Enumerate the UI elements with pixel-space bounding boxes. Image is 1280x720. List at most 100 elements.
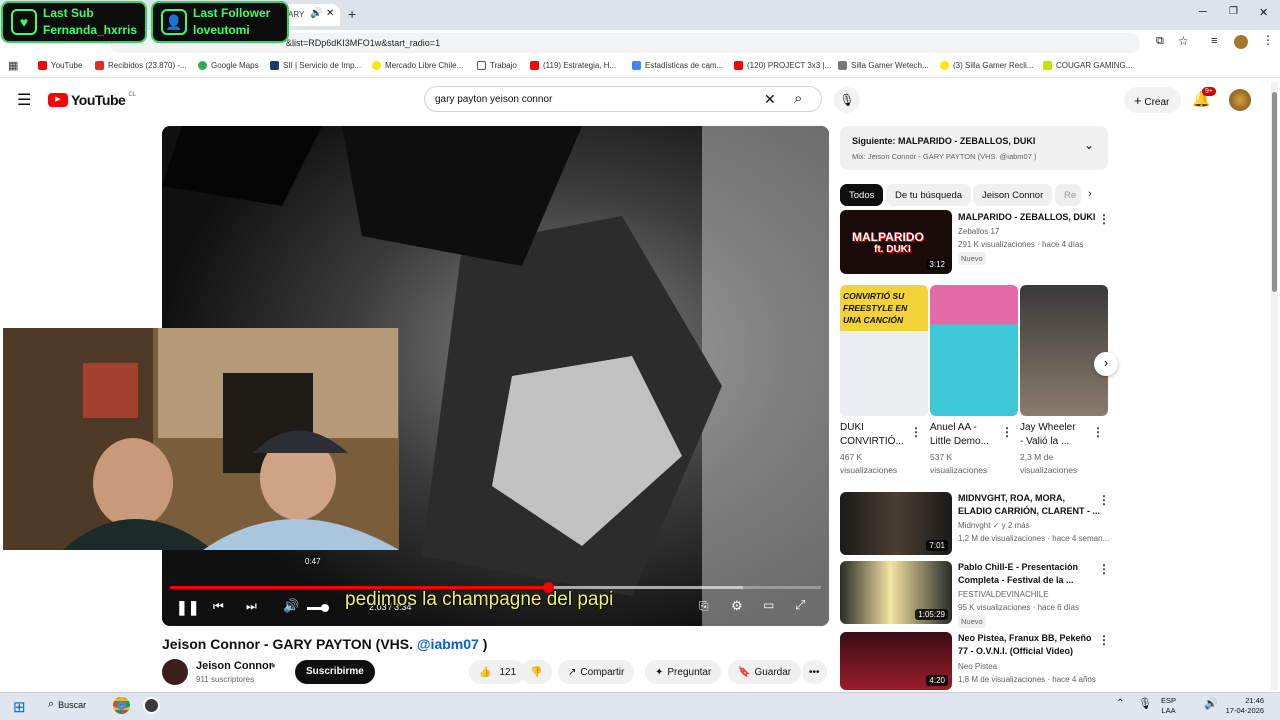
voice-search-icon[interactable]: 🎙: [834, 87, 860, 113]
chevron-down-icon[interactable]: ⌄: [1084, 138, 1094, 152]
share-button[interactable]: ↗ Compartir: [558, 660, 635, 684]
profile-avatar[interactable]: [1234, 35, 1248, 49]
hamburger-menu-icon[interactable]: ☰: [17, 90, 31, 110]
bookmark-silla-recli[interactable]: (3) Silla Gamer Recli...: [940, 61, 1033, 70]
short-thumbnail[interactable]: [930, 285, 1018, 416]
channel-avatar[interactable]: [162, 659, 188, 685]
bookmark-estrategia[interactable]: (119) Estrategia, H...: [530, 61, 616, 70]
restore-icon[interactable]: ❐: [1229, 6, 1238, 17]
page-scrollbar[interactable]: [1271, 82, 1278, 690]
chrome-icon[interactable]: [113, 697, 130, 714]
fullscreen-icon[interactable]: ⤢: [795, 597, 805, 613]
clear-search-icon[interactable]: ✕: [764, 91, 776, 108]
chip-jeison-connor[interactable]: Jeison Connor: [973, 184, 1053, 206]
volume-tray-icon[interactable]: 🔊: [1204, 697, 1218, 710]
bookmark-mercadolibre[interactable]: Mercado Libre Chile...: [372, 61, 463, 70]
channel-name[interactable]: Jeison Connor: [196, 660, 273, 672]
video-title: Jeison Connor - GARY PAYTON (VHS. @iabm0…: [162, 636, 487, 652]
minimize-icon[interactable]: ─: [1199, 6, 1207, 18]
bookmark-gmail[interactable]: Recibidos (23.870) -...: [95, 61, 187, 70]
volume-slider[interactable]: [307, 604, 329, 612]
more-vertical-icon[interactable]: ⋮: [1092, 425, 1104, 439]
save-button[interactable]: 🔖 Guardar: [728, 660, 802, 684]
settings-gear-icon[interactable]: ⚙: [731, 598, 743, 614]
pause-icon[interactable]: ❚❚: [176, 599, 199, 616]
microphone-icon[interactable]: 🎙: [1138, 697, 1152, 710]
more-vertical-icon[interactable]: ⋮: [1098, 633, 1110, 647]
more-vertical-icon[interactable]: ⋮: [1001, 425, 1013, 439]
volume-knob[interactable]: [321, 604, 329, 612]
bookmark-sii[interactable]: SII | Servicio de Imp...: [270, 61, 361, 70]
short-info[interactable]: Anuel AA - Little Demo... 537 K visualiz…: [930, 421, 989, 477]
bookmark-trabajo[interactable]: Trabajo: [477, 61, 517, 70]
up-next-panel[interactable]: Siguiente: MALPARIDO - ZEBALLOS, DUKI Mi…: [840, 126, 1108, 170]
channel-name[interactable]: Zeballos 17: [958, 225, 999, 238]
more-vertical-icon[interactable]: ⋮: [910, 425, 922, 439]
video-title-link[interactable]: MALPARIDO - ZEBALLOS, DUKI: [958, 211, 1098, 224]
video-thumbnail[interactable]: 7:01: [840, 492, 952, 555]
bookmark-estadisticas[interactable]: Estadísticas de cam...: [632, 61, 723, 70]
video-title-link[interactable]: MIDNVGHT, ROA, MORA, ELADIO CARRIÓN, CLAR…: [958, 492, 1100, 518]
ask-button[interactable]: ✦ Preguntar: [645, 660, 722, 684]
install-icon[interactable]: ⧉: [1156, 35, 1164, 48]
more-vertical-icon[interactable]: ⋮: [1098, 493, 1110, 507]
more-vertical-icon[interactable]: ⋮: [1098, 562, 1110, 576]
channel-name[interactable]: FESTIVALDEVINACHILE: [958, 588, 1049, 601]
video-title-link[interactable]: @iabm07: [417, 636, 479, 652]
url-text[interactable]: &list=RDp6dKI3MFO1w&start_radio=1: [286, 38, 440, 48]
volume-icon[interactable]: 🔊: [283, 598, 299, 614]
video-thumbnail[interactable]: 1:05:29: [840, 561, 952, 624]
subtitles-icon[interactable]: ⎘: [699, 599, 709, 614]
bookmark-cougar[interactable]: COUGAR GAMING...: [1043, 61, 1132, 70]
bookmark-youtube[interactable]: YouTube: [38, 61, 82, 70]
video-thumbnail[interactable]: MALPARIDO ft. DUKI 3:12: [840, 210, 952, 274]
channel-name[interactable]: Neo Pistea: [958, 660, 997, 673]
windows-start-icon[interactable]: ⊞: [13, 698, 26, 716]
short-thumbnail[interactable]: [1020, 285, 1108, 416]
taskbar-search[interactable]: ⌕ Buscar: [48, 698, 86, 711]
bookmark-star-icon[interactable]: ☆: [1178, 34, 1189, 48]
tab-close-icon[interactable]: ✕: [326, 8, 334, 19]
create-button[interactable]: + Crear: [1124, 87, 1182, 113]
bookmark-project3x3[interactable]: (120) PROJECT 3x3 |...: [734, 61, 831, 70]
clock[interactable]: 21:46 17-04-2026: [1222, 696, 1264, 716]
subscribe-button[interactable]: Suscribirme: [295, 660, 375, 684]
scrollbar-thumb[interactable]: [1272, 92, 1277, 292]
bookmark-maps[interactable]: Google Maps: [198, 61, 259, 70]
more-actions-button[interactable]: •••: [802, 660, 827, 684]
bookmark-silla-wetech[interactable]: Silla Gamer Wetech...: [838, 61, 929, 70]
active-tab[interactable]: ARY 🔊 ✕: [280, 4, 340, 26]
language-indicator[interactable]: ESP LAA: [1161, 696, 1176, 716]
short-info[interactable]: Jay Wheeler - Valió la ... 2,3 M de visu…: [1020, 421, 1077, 477]
miniplayer-icon[interactable]: ▭: [763, 598, 774, 612]
next-icon[interactable]: ⏭: [246, 599, 257, 614]
short-info[interactable]: DUKI CONVIRTIÓ... 467 K visualizaciones: [840, 421, 904, 477]
channel-name[interactable]: Midnvght ✓ y 2 más: [958, 519, 1030, 532]
like-button[interactable]: 👍 121: [469, 660, 527, 684]
chip-de-tu-busqueda[interactable]: De tu búsqueda: [886, 184, 972, 206]
chip-partial[interactable]: Re: [1055, 184, 1081, 206]
account-avatar[interactable]: [1229, 89, 1251, 111]
video-thumbnail[interactable]: 4:20: [840, 632, 952, 690]
close-window-icon[interactable]: ✕: [1259, 6, 1268, 19]
tray-chevron-up-icon[interactable]: ⌃: [1116, 698, 1124, 709]
youtube-logo[interactable]: ▶ YouTube CL: [48, 92, 136, 108]
browser-menu-icon[interactable]: ⋮: [1262, 33, 1274, 47]
video-title-link[interactable]: Neo Pistea, Franux BB, Pekeño 77 - O.V.N.…: [958, 632, 1092, 658]
new-tab-icon[interactable]: +: [348, 6, 356, 22]
chip-todos[interactable]: Todos: [840, 184, 884, 206]
short-thumbnail[interactable]: CONVIRTIÓ SU FREESTYLE EN UNA CANCIÓN: [840, 285, 928, 416]
shorts-next-arrow-icon[interactable]: ›: [1094, 352, 1118, 376]
obs-icon[interactable]: [143, 697, 160, 714]
media-control-icon[interactable]: ≡: [1211, 35, 1217, 47]
previous-icon[interactable]: ⏮: [213, 599, 224, 614]
search-input[interactable]: gary payton yeison connor: [424, 86, 822, 112]
more-vertical-icon[interactable]: ⋮: [1098, 212, 1110, 226]
tab-audio-icon[interactable]: 🔊: [310, 8, 322, 19]
video-title-link[interactable]: Pablo Chill-E - Presentación Completa - F…: [958, 561, 1078, 587]
chips-next-arrow-icon[interactable]: ›: [1088, 188, 1092, 200]
last-sub-title: Last Sub: [43, 6, 94, 20]
apps-grid-icon[interactable]: ▦: [8, 59, 18, 72]
search-icon[interactable]: ⌕: [794, 90, 802, 107]
dislike-button[interactable]: 👎: [520, 660, 553, 684]
